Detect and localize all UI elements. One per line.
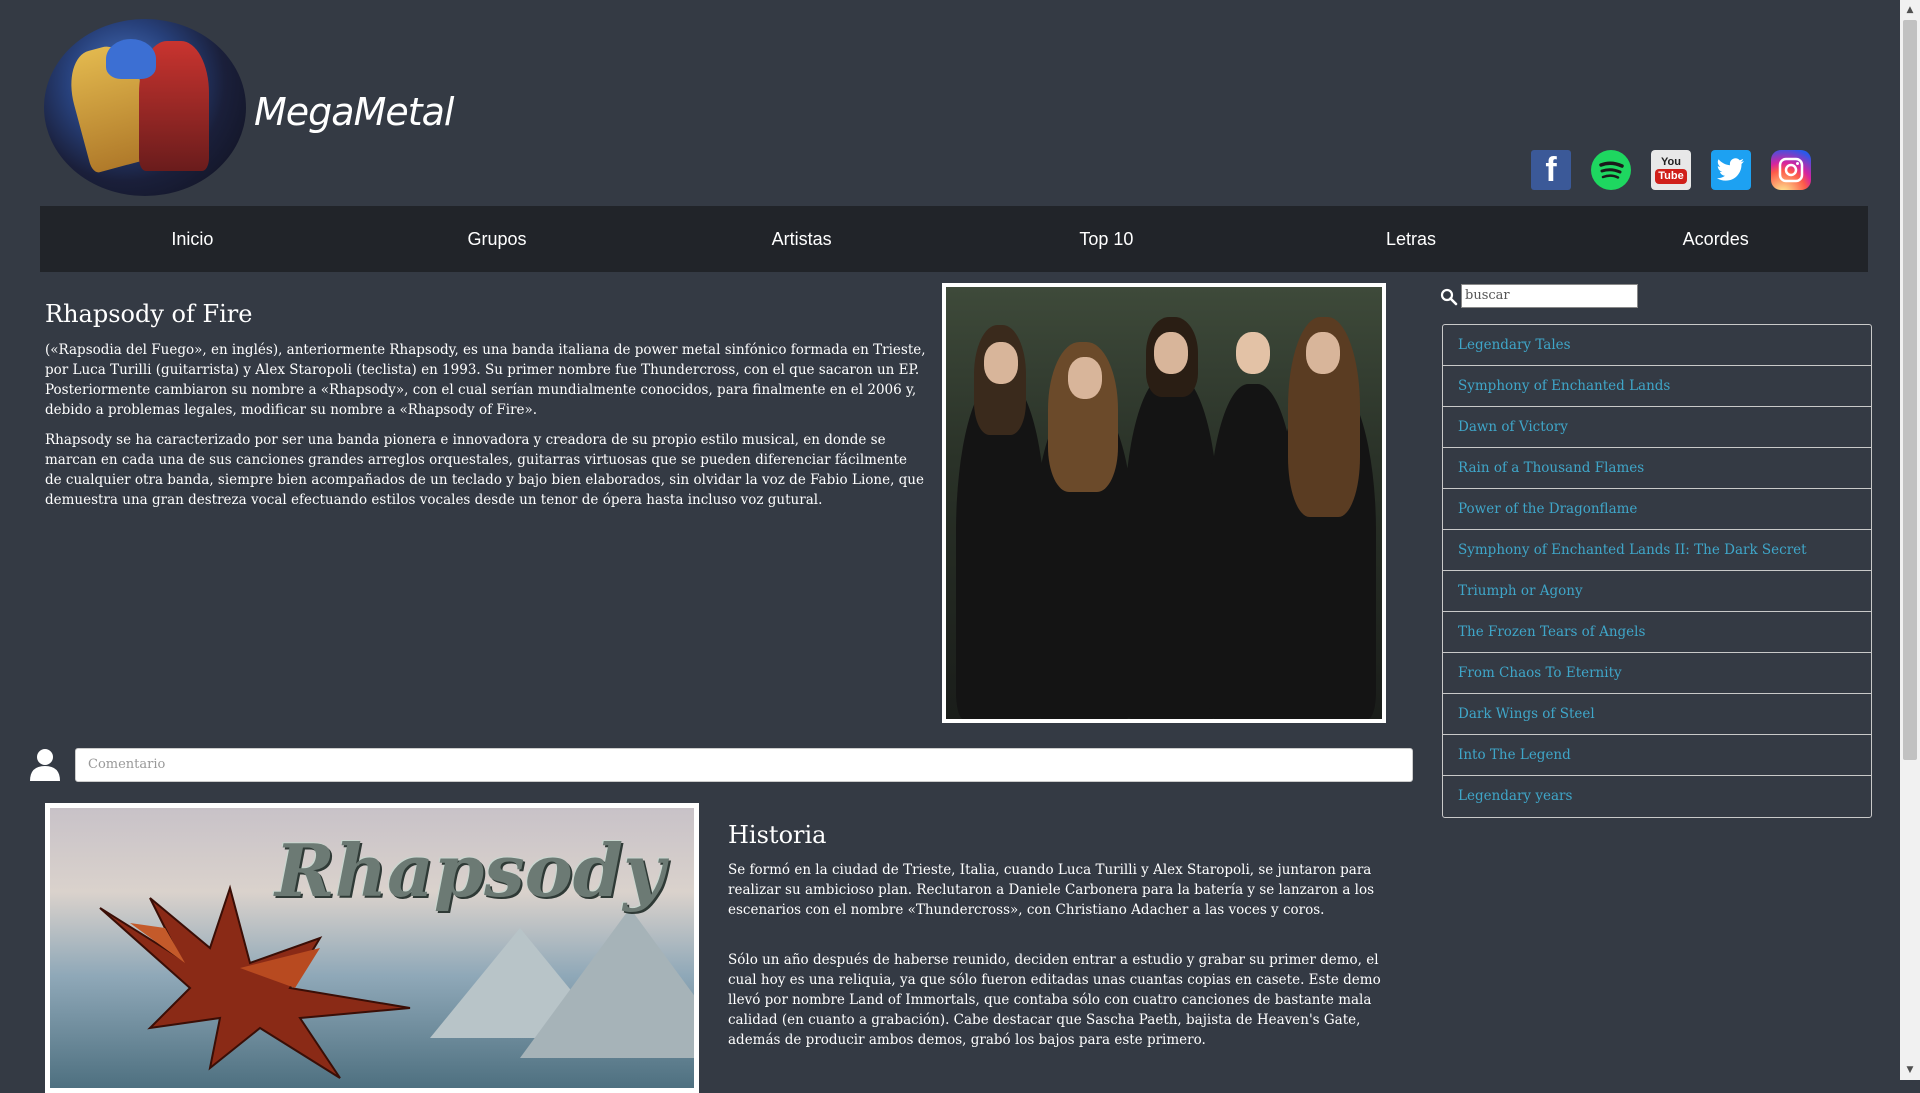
historia-title: Historia <box>728 821 827 849</box>
historia-paragraph: Sólo un año después de haberse reunido, … <box>728 952 1381 1048</box>
album-link[interactable]: Legendary years <box>1443 776 1871 817</box>
instagram-icon[interactable] <box>1771 150 1811 190</box>
album-link[interactable]: Dawn of Victory <box>1443 407 1871 448</box>
nav-inicio[interactable]: Inicio <box>40 206 345 272</box>
main-nav: Inicio Grupos Artistas Top 10 Letras Aco… <box>40 206 1868 272</box>
search-input[interactable]: buscar <box>1461 284 1638 308</box>
scroll-thumb[interactable] <box>1903 20 1917 760</box>
twitter-icon[interactable] <box>1711 150 1751 190</box>
album-cover-image: Rhapsody <box>45 803 699 1093</box>
band-paragraph: Rhapsody se ha caracterizado por ser una… <box>45 432 924 508</box>
facebook-icon[interactable]: f <box>1531 150 1571 190</box>
site-logo[interactable] <box>44 19 246 196</box>
youtube-icon[interactable]: You Tube <box>1651 150 1691 190</box>
album-link[interactable]: The Frozen Tears of Angels <box>1443 612 1871 653</box>
scroll-down-icon[interactable]: ▼ <box>1900 1060 1920 1080</box>
nav-acordes[interactable]: Acordes <box>1563 206 1868 272</box>
historia-text: Se formó en la ciudad de Trieste, Italia… <box>728 860 1383 1080</box>
band-title: Rhapsody of Fire <box>45 300 253 328</box>
album-list: Legendary Tales Symphony of Enchanted La… <box>1442 324 1872 818</box>
historia-paragraph: Se formó en la ciudad de Trieste, Italia… <box>728 862 1375 918</box>
album-link[interactable]: Rain of a Thousand Flames <box>1443 448 1871 489</box>
nav-letras[interactable]: Letras <box>1259 206 1564 272</box>
comment-input[interactable]: Comentario <box>75 748 1413 782</box>
nav-grupos[interactable]: Grupos <box>345 206 650 272</box>
album-link[interactable]: Symphony of Enchanted Lands II: The Dark… <box>1443 530 1871 571</box>
album-link[interactable]: Triumph or Agony <box>1443 571 1871 612</box>
nav-top10[interactable]: Top 10 <box>954 206 1259 272</box>
album-link[interactable]: Legendary Tales <box>1443 325 1871 366</box>
band-description: («Rapsodia del Fuego», en inglés), anter… <box>45 340 927 520</box>
nav-artistas[interactable]: Artistas <box>649 206 954 272</box>
spotify-icon[interactable] <box>1591 150 1631 190</box>
site-title[interactable]: MegaMetal <box>254 90 454 134</box>
album-logo-text: Rhapsody <box>275 828 665 913</box>
band-paragraph: («Rapsodia del Fuego», en inglés), anter… <box>45 342 926 418</box>
page-scrollbar[interactable]: ▲ ▼ <box>1900 0 1920 1080</box>
scroll-up-icon[interactable]: ▲ <box>1900 0 1920 20</box>
social-links: f You Tube <box>1531 150 1811 190</box>
youtube-you: You <box>1661 155 1681 168</box>
album-link[interactable]: Symphony of Enchanted Lands <box>1443 366 1871 407</box>
album-link[interactable]: From Chaos To Eternity <box>1443 653 1871 694</box>
album-link[interactable]: Into The Legend <box>1443 735 1871 776</box>
search-icon[interactable] <box>1440 288 1458 306</box>
album-link[interactable]: Dark Wings of Steel <box>1443 694 1871 735</box>
band-photo <box>942 283 1386 723</box>
user-avatar-icon <box>28 747 62 781</box>
facebook-glyph: f <box>1545 150 1557 189</box>
album-link[interactable]: Power of the Dragonflame <box>1443 489 1871 530</box>
youtube-tube: Tube <box>1655 168 1687 184</box>
